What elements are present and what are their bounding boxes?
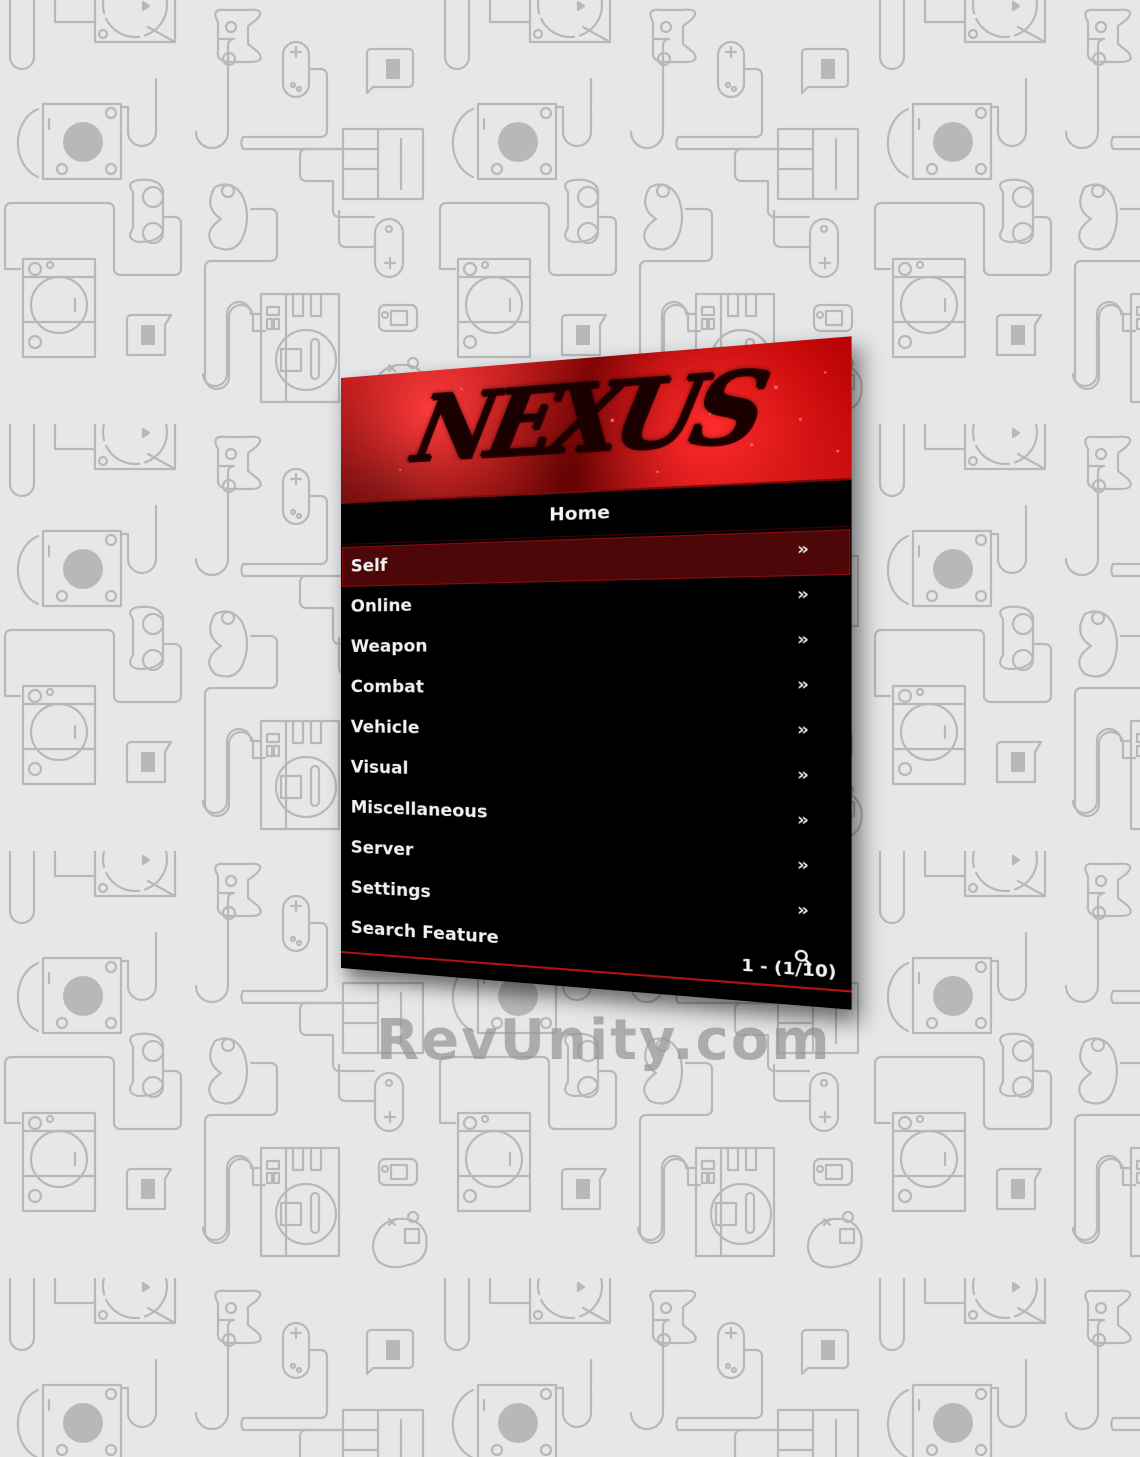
- watermark: RevUnity.com: [376, 1008, 832, 1073]
- chevron-double-right-icon: »: [797, 854, 810, 876]
- menu-item-label: Weapon: [350, 636, 428, 657]
- chevron-double-right-icon: »: [797, 628, 810, 650]
- menu-item-label: Settings: [350, 877, 431, 903]
- chevron-double-right-icon: »: [797, 719, 810, 740]
- menu-item-label: Combat: [350, 677, 425, 698]
- menu-item-label: Miscellaneous: [350, 797, 488, 823]
- chevron-double-right-icon: »: [797, 674, 810, 695]
- chevron-double-right-icon: »: [797, 809, 810, 831]
- chevron-double-right-icon: »: [797, 899, 810, 921]
- menu-item-label: Online: [350, 595, 413, 617]
- menu-item-label: Search Feature: [350, 917, 499, 949]
- menu-item-weapon[interactable]: Weapon »: [342, 621, 850, 667]
- menu-item-combat[interactable]: Combat »: [342, 666, 850, 712]
- chevron-double-right-icon: »: [797, 538, 810, 560]
- menu-items: Self » Online » Weapon » Combat » Vehicl…: [341, 527, 852, 986]
- nexus-menu: NEXUS Home Self » Online » Weapon » Comb…: [341, 336, 852, 1010]
- menu-item-label: Visual: [350, 757, 409, 779]
- menu-item-label: Server: [350, 837, 414, 861]
- chevron-double-right-icon: »: [797, 583, 810, 605]
- chevron-double-right-icon: »: [797, 764, 810, 785]
- menu-item-label: Vehicle: [350, 717, 420, 739]
- menu-stage: NEXUS Home Self » Online » Weapon » Comb…: [341, 336, 852, 1010]
- menu-item-label: Self: [350, 555, 388, 577]
